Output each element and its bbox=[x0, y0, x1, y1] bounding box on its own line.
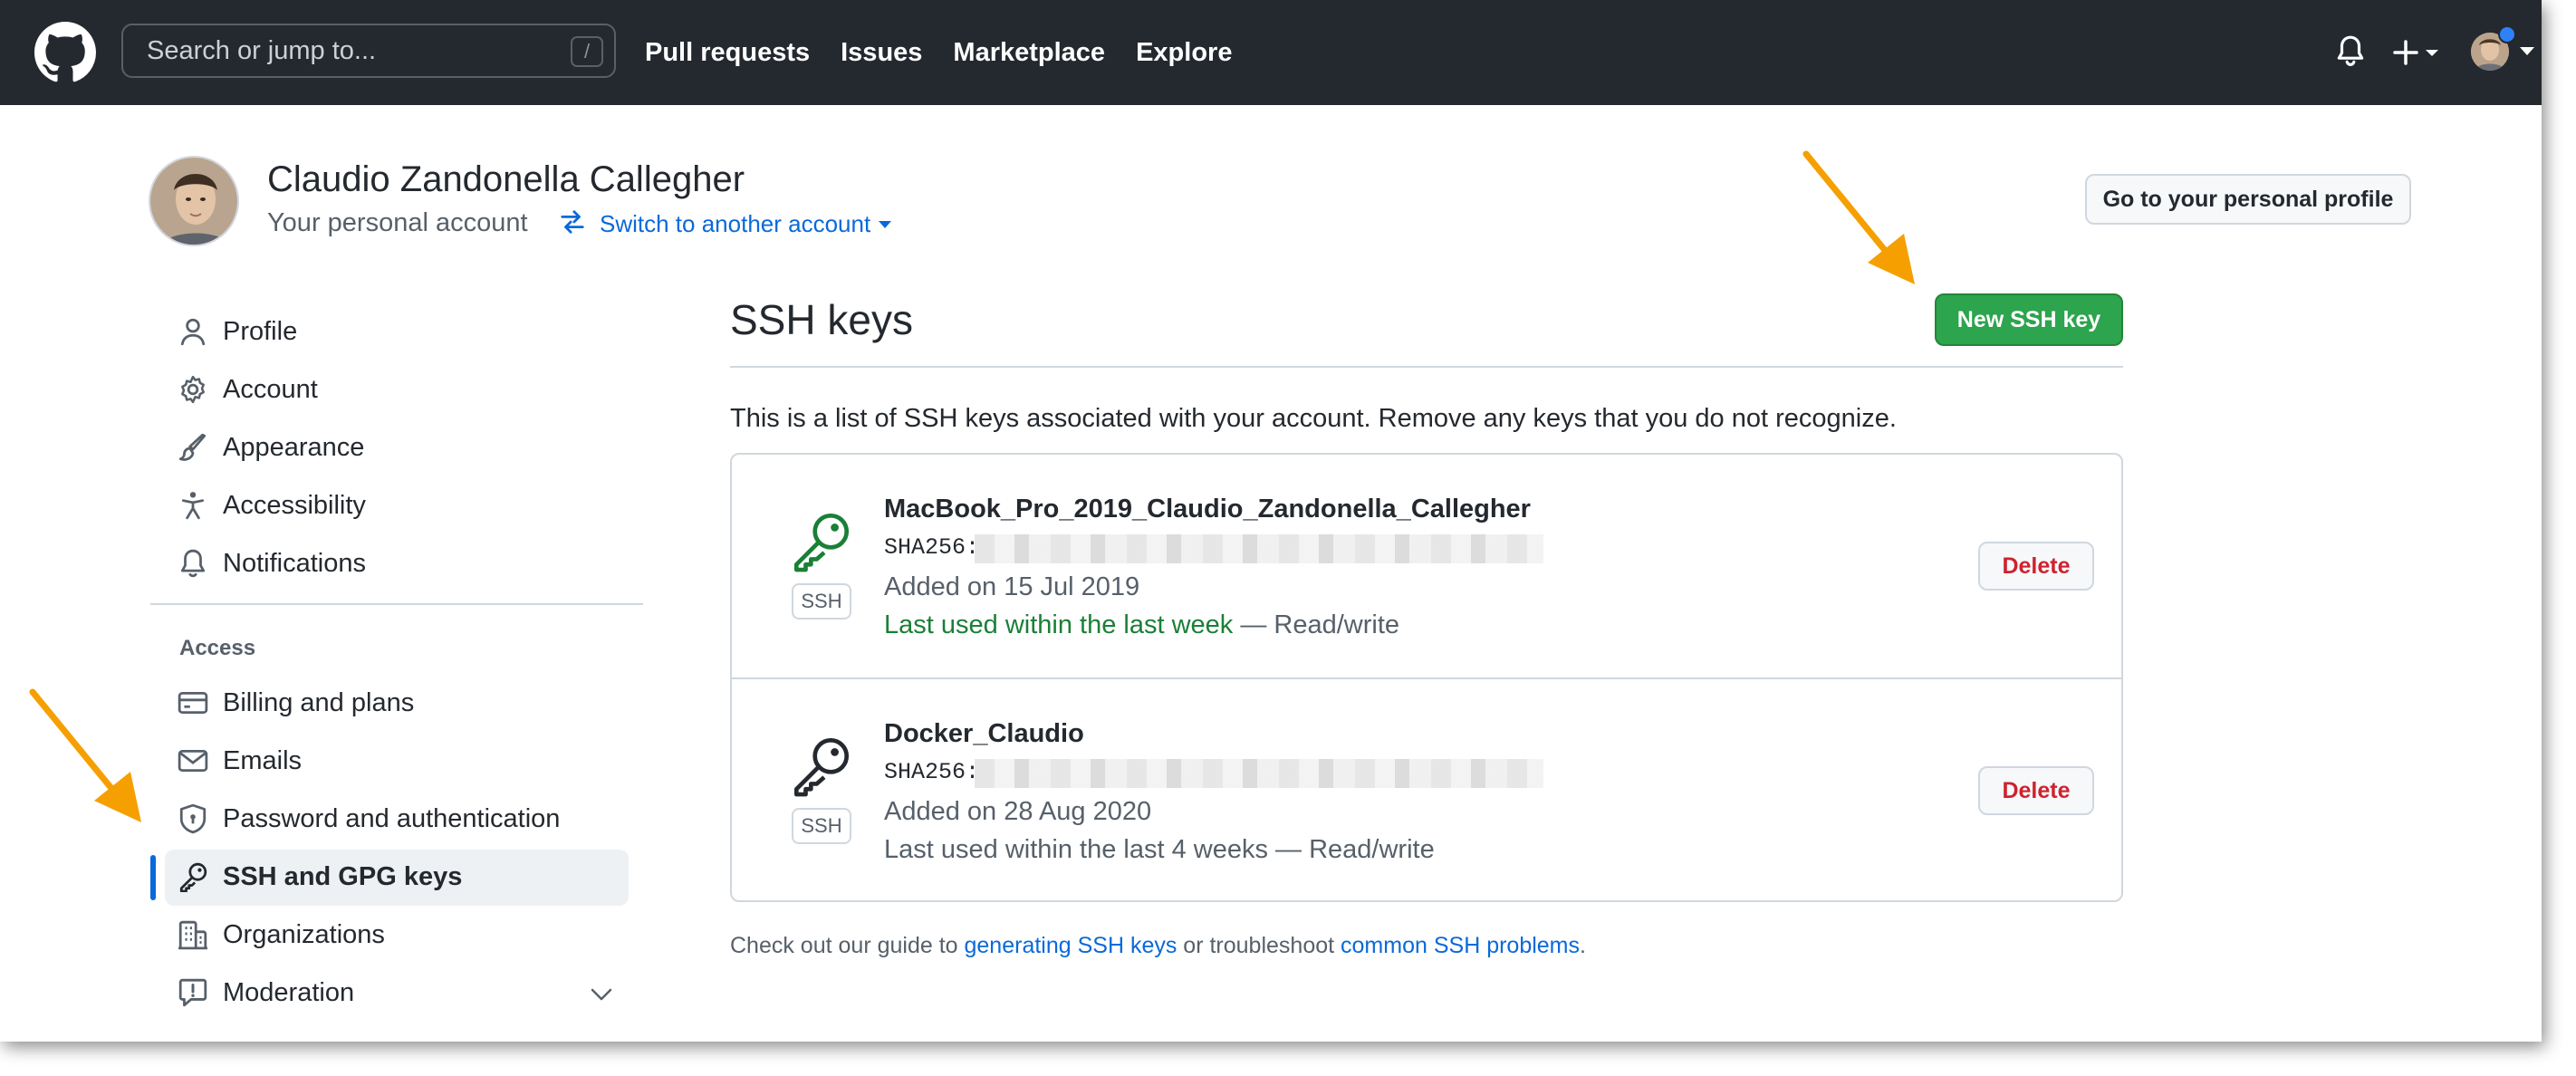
delete-ssh-key-button[interactable]: Delete bbox=[1978, 766, 2094, 815]
sidebar-item-emails[interactable]: Emails bbox=[178, 734, 302, 788]
sidebar-item-label: Account bbox=[223, 374, 318, 404]
ssh-badge: SSH bbox=[792, 808, 851, 844]
sidebar-item-label: Organizations bbox=[223, 919, 385, 949]
sidebar-item-billing[interactable]: Billing and plans bbox=[178, 676, 414, 730]
paintbrush-icon bbox=[178, 433, 207, 461]
ssh-key-access: — Read/write bbox=[1233, 610, 1400, 639]
browser-window: Search or jump to... / Pull requests Iss… bbox=[0, 0, 2542, 1042]
nav-issues[interactable]: Issues bbox=[841, 38, 922, 68]
sidebar-selected-indicator bbox=[150, 855, 156, 900]
sidebar-item-account[interactable]: Account bbox=[178, 362, 318, 417]
sidebar-item-label: Accessibility bbox=[223, 490, 366, 520]
sidebar-item-notifications[interactable]: Notifications bbox=[178, 536, 366, 591]
page-title: SSH keys bbox=[730, 296, 913, 343]
person-icon bbox=[180, 318, 206, 346]
report-icon bbox=[178, 978, 207, 1007]
account-avatar bbox=[149, 156, 239, 246]
key-icon bbox=[179, 862, 207, 892]
ssh-key-row: SSH MacBook_Pro_2019_Claudio_Zandonella_… bbox=[732, 455, 2121, 677]
account-name: Claudio Zandonella Callegher bbox=[267, 159, 745, 199]
mail-icon bbox=[178, 749, 208, 773]
key-icon bbox=[793, 737, 850, 797]
sidebar-item-moderation[interactable]: Moderation bbox=[178, 966, 354, 1020]
gear-icon bbox=[181, 375, 205, 404]
ssh-key-title: MacBook_Pro_2019_Claudio_Zandonella_Call… bbox=[884, 495, 1531, 524]
sidebar-item-appearance[interactable]: Appearance bbox=[178, 420, 364, 475]
switch-account-caret-icon[interactable] bbox=[879, 221, 891, 228]
sidebar-item-profile[interactable]: Profile bbox=[178, 304, 297, 359]
sidebar-item-label: Password and authentication bbox=[223, 803, 561, 833]
ssh-keys-description: This is a list of SSH keys associated wi… bbox=[730, 404, 1897, 433]
help-note-middle: or troubleshoot bbox=[1177, 933, 1341, 958]
ssh-key-fingerprint-redacted bbox=[975, 534, 1543, 563]
sidebar-access-heading: Access bbox=[179, 636, 256, 660]
ssh-key-access: — Read/write bbox=[1267, 835, 1435, 864]
ssh-key-fingerprint-label: SHA256: bbox=[884, 759, 980, 785]
ssh-key-fingerprint-redacted bbox=[975, 759, 1543, 788]
notifications-bell-icon[interactable] bbox=[2335, 34, 2366, 69]
sidebar-item-accessibility[interactable]: Accessibility bbox=[178, 478, 366, 533]
avatar-caret-icon[interactable] bbox=[2520, 47, 2534, 55]
ssh-key-last-used: Last used within the last week — Read/wr… bbox=[884, 610, 1399, 640]
header-nav: Pull requests Issues Marketplace Explore bbox=[645, 0, 1232, 105]
chevron-down-icon[interactable] bbox=[589, 985, 614, 1004]
sidebar-item-label: Billing and plans bbox=[223, 687, 415, 717]
sidebar-divider bbox=[150, 603, 643, 605]
account-avatar-face-icon bbox=[150, 158, 237, 245]
annotation-arrow-icon bbox=[1802, 150, 1915, 284]
sidebar-item-label: Profile bbox=[223, 316, 298, 346]
ssh-key-added-date: Added on 15 Jul 2019 bbox=[884, 572, 1140, 601]
help-note-prefix: Check out our guide to bbox=[730, 933, 965, 958]
annotation-arrow-icon bbox=[29, 688, 141, 822]
sidebar-item-label: Moderation bbox=[223, 977, 355, 1007]
shield-lock-icon bbox=[179, 803, 207, 834]
top-navigation-bar: Search or jump to... / Pull requests Iss… bbox=[0, 0, 2542, 105]
search-shortcut-key: / bbox=[571, 36, 603, 67]
organization-icon bbox=[178, 920, 207, 950]
generating-ssh-keys-link[interactable]: generating SSH keys bbox=[965, 933, 1177, 958]
search-input[interactable]: Search or jump to... / bbox=[121, 24, 616, 78]
ssh-key-last-used: Last used within the last 4 weeks — Read… bbox=[884, 835, 1435, 865]
ssh-keys-list: SSH MacBook_Pro_2019_Claudio_Zandonella_… bbox=[730, 453, 2123, 902]
ssh-key-fingerprint-label: SHA256: bbox=[884, 534, 980, 561]
nav-marketplace[interactable]: Marketplace bbox=[953, 38, 1105, 68]
delete-ssh-key-button[interactable]: Delete bbox=[1978, 542, 2094, 591]
switch-account-link[interactable]: Switch to another account bbox=[600, 210, 870, 238]
bell-icon bbox=[180, 549, 206, 578]
account-subtitle: Your personal account bbox=[267, 208, 528, 237]
sidebar-item-organizations[interactable]: Organizations bbox=[178, 908, 385, 962]
search-placeholder: Search or jump to... bbox=[147, 35, 377, 65]
title-divider bbox=[730, 366, 2123, 368]
ssh-key-last-used-text: Last used within the last 4 weeks bbox=[884, 835, 1268, 864]
nav-pull-requests[interactable]: Pull requests bbox=[645, 38, 810, 68]
ssh-badge: SSH bbox=[792, 583, 851, 620]
sidebar-item-label: Notifications bbox=[223, 548, 366, 578]
ssh-help-note: Check out our guide to generating SSH ke… bbox=[730, 933, 1586, 959]
sidebar-item-label: SSH and GPG keys bbox=[223, 861, 463, 891]
ssh-key-row: SSH Docker_Claudio SHA256: Added on 28 A… bbox=[732, 679, 2121, 902]
accessibility-icon bbox=[181, 492, 205, 520]
create-new-plus-icon[interactable] bbox=[2391, 36, 2446, 69]
arrow-switch-icon[interactable] bbox=[558, 208, 587, 235]
nav-explore[interactable]: Explore bbox=[1136, 38, 1232, 68]
notification-dot bbox=[2498, 25, 2516, 43]
ssh-key-added-date: Added on 28 Aug 2020 bbox=[884, 797, 1152, 826]
sidebar-item-ssh-gpg-keys[interactable]: SSH and GPG keys bbox=[178, 850, 462, 904]
help-note-suffix: . bbox=[1580, 933, 1586, 958]
key-icon bbox=[793, 513, 850, 572]
github-logo-icon[interactable] bbox=[34, 22, 96, 83]
sidebar-item-label: Emails bbox=[223, 745, 303, 775]
credit-card-icon bbox=[178, 691, 208, 715]
new-ssh-key-button[interactable]: New SSH key bbox=[1935, 293, 2123, 346]
common-ssh-problems-link[interactable]: common SSH problems bbox=[1341, 933, 1580, 958]
sidebar-item-password-authentication[interactable]: Password and authentication bbox=[178, 792, 560, 846]
go-to-profile-button[interactable]: Go to your personal profile bbox=[2085, 174, 2411, 225]
sidebar-item-label: Appearance bbox=[223, 432, 365, 462]
ssh-key-last-used-text: Last used within the last week bbox=[884, 610, 1234, 639]
ssh-key-title: Docker_Claudio bbox=[884, 719, 1084, 748]
